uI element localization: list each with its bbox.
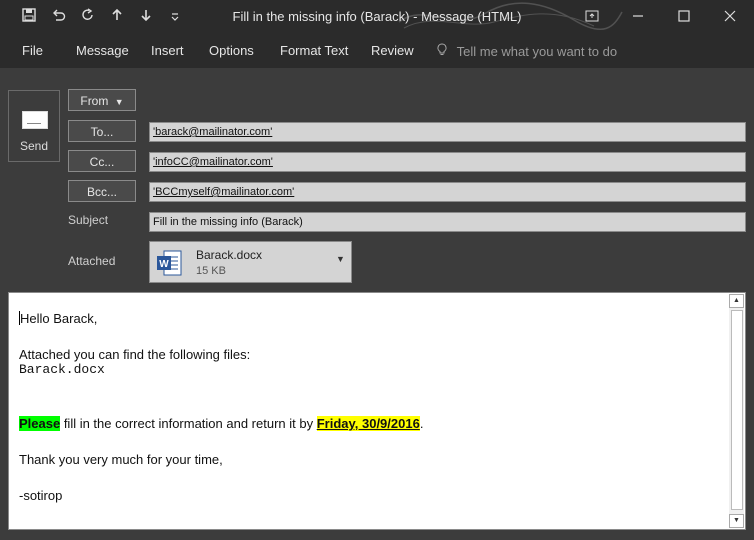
body-file-line: Barack.docx xyxy=(19,362,105,377)
body-instruction-line: Please fill in the correct information a… xyxy=(19,416,423,431)
to-recipient: 'barack@mailinator.com' xyxy=(153,126,273,138)
cc-field[interactable]: 'infoCC@mailinator.com' xyxy=(149,152,746,172)
tab-options[interactable]: Options xyxy=(209,43,254,58)
tell-me-text: Tell me what you want to do xyxy=(456,44,618,59)
subject-field[interactable]: Fill in the missing info (Barack) xyxy=(149,212,746,232)
scroll-up-icon[interactable]: ▲ xyxy=(729,294,744,308)
svg-text:W: W xyxy=(159,259,169,270)
greeting-text: Hello Barack, xyxy=(20,311,98,326)
body-greeting: Hello Barack, xyxy=(19,311,97,326)
tell-me-search[interactable]: Tell me what you want to do xyxy=(437,43,617,59)
ribbon-display-options-icon[interactable] xyxy=(581,6,603,28)
lightbulb-icon xyxy=(437,43,451,59)
body-signature: -sotirop xyxy=(19,488,63,503)
instruction-text: fill in the correct information and retu… xyxy=(60,416,317,431)
attachment-size: 15 KB xyxy=(196,265,226,277)
to-field[interactable]: 'barack@mailinator.com' xyxy=(149,122,746,142)
attachment-dropdown-icon[interactable]: ▼ xyxy=(336,254,345,264)
subject-label: Subject xyxy=(68,213,109,227)
deadline-highlight: Friday, 30/9/2016 xyxy=(316,416,420,431)
from-label: From xyxy=(80,94,109,108)
bcc-recipient: 'BCCmyself@mailinator.com' xyxy=(153,186,295,198)
envelope-icon xyxy=(22,111,48,129)
maximize-icon[interactable] xyxy=(673,6,695,28)
attached-label: Attached xyxy=(68,254,116,268)
from-button[interactable]: From ▼ xyxy=(68,89,136,111)
bcc-button[interactable]: Bcc... xyxy=(68,180,136,202)
subject-text: Fill in the missing info (Barack) xyxy=(153,216,303,228)
attachment-item[interactable]: W Barack.docx 15 KB ▼ xyxy=(149,241,352,283)
minimize-icon[interactable] xyxy=(627,6,649,28)
please-highlight: Please xyxy=(19,416,61,431)
ribbon-tabs: File Message Insert Options Format Text … xyxy=(0,34,754,68)
message-header: Send From ▼ To... 'barack@mailinator.com… xyxy=(0,68,754,290)
close-icon[interactable] xyxy=(719,6,741,28)
scroll-down-icon[interactable]: ▼ xyxy=(729,514,744,528)
body-attached-line: Attached you can find the following file… xyxy=(19,347,251,362)
title-bar: Fill in the missing info (Barack) - Mess… xyxy=(0,0,754,34)
chevron-down-icon: ▼ xyxy=(114,97,124,107)
instruction-end: . xyxy=(419,416,424,431)
send-button[interactable]: Send xyxy=(8,90,60,162)
tab-format-text[interactable]: Format Text xyxy=(280,43,348,58)
scroll-thumb[interactable] xyxy=(731,310,743,510)
attachment-name: Barack.docx xyxy=(196,248,263,262)
cc-recipient: 'infoCC@mailinator.com' xyxy=(153,156,273,168)
body-thanks: Thank you very much for your time, xyxy=(19,452,223,467)
send-label: Send xyxy=(19,139,49,153)
bcc-field[interactable]: 'BCCmyself@mailinator.com' xyxy=(149,182,746,202)
tab-message[interactable]: Message xyxy=(76,43,129,58)
word-document-icon: W xyxy=(157,250,182,276)
cc-button[interactable]: Cc... xyxy=(68,150,136,172)
tab-file[interactable]: File xyxy=(22,43,43,58)
vertical-scrollbar[interactable]: ▲ ▼ xyxy=(729,294,744,528)
tab-insert[interactable]: Insert xyxy=(151,43,184,58)
to-button[interactable]: To... xyxy=(68,120,136,142)
message-body[interactable]: Hello Barack, Attached you can find the … xyxy=(8,292,746,530)
tab-review[interactable]: Review xyxy=(371,43,414,58)
